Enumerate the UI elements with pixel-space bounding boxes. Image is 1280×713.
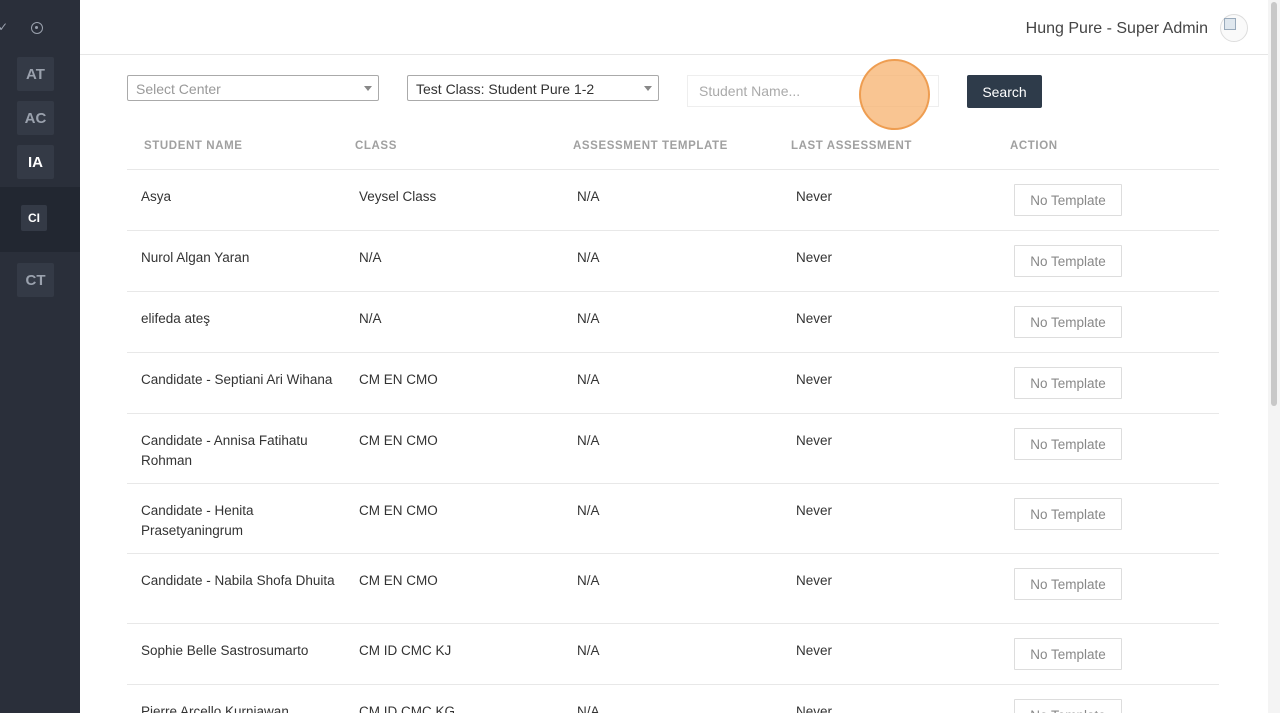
no-template-button[interactable]: No Template bbox=[1014, 367, 1122, 399]
cell-class: N/A bbox=[359, 311, 382, 326]
cell-student-name: Nurol Algan Yaran bbox=[141, 250, 250, 265]
sidebar-item-at[interactable]: AT bbox=[17, 57, 54, 91]
cell-last-assessment: Never bbox=[796, 573, 833, 588]
cell-class: CM ID CMC KJ bbox=[359, 643, 452, 658]
cell-template: N/A bbox=[577, 372, 600, 387]
table-row: elifeda ateş N/A N/A Never No Template bbox=[127, 292, 1219, 353]
students-table: STUDENT NAME CLASS ASSESSMENT TEMPLATE L… bbox=[127, 130, 1219, 713]
no-template-button[interactable]: No Template bbox=[1014, 568, 1122, 600]
sidebar-top: ✓ bbox=[0, 0, 80, 55]
page-scrollbar[interactable] bbox=[1268, 0, 1280, 713]
cell-student-name: Sophie Belle Sastrosumarto bbox=[141, 643, 309, 658]
cell-class: CM EN CMO bbox=[359, 372, 438, 387]
table-row: Candidate - Septiani Ari Wihana CM EN CM… bbox=[127, 353, 1219, 414]
cell-student-name: Candidate - Septiani Ari Wihana bbox=[141, 372, 333, 387]
cell-last-assessment: Never bbox=[796, 503, 833, 518]
cell-student-name: Pierre Arcello Kurniawan bbox=[141, 704, 289, 713]
cell-student-name: Candidate - Henita Prasetyaningrum bbox=[141, 503, 254, 538]
no-template-button[interactable]: No Template bbox=[1014, 638, 1122, 670]
cell-last-assessment: Never bbox=[796, 433, 833, 448]
cell-last-assessment: Never bbox=[796, 643, 833, 658]
sidebar-item-ct[interactable]: CT bbox=[17, 263, 54, 297]
cell-template: N/A bbox=[577, 503, 600, 518]
cell-template: N/A bbox=[577, 573, 600, 588]
cell-class: CM EN CMO bbox=[359, 503, 438, 518]
table-row: Candidate - Henita Prasetyaningrum CM EN… bbox=[127, 484, 1219, 554]
avatar[interactable] bbox=[1220, 14, 1248, 42]
sidebar-item-ia[interactable]: IA bbox=[17, 145, 54, 179]
column-header-last-assessment: LAST ASSESSMENT bbox=[791, 140, 913, 152]
click-indicator bbox=[859, 59, 930, 130]
cell-template: N/A bbox=[577, 250, 600, 265]
table-header: STUDENT NAME CLASS ASSESSMENT TEMPLATE L… bbox=[127, 130, 1219, 170]
cell-template: N/A bbox=[577, 189, 600, 204]
user-name[interactable]: Hung Pure - Super Admin bbox=[1026, 20, 1208, 38]
search-button[interactable]: Search bbox=[967, 75, 1042, 108]
scrollbar-thumb[interactable] bbox=[1271, 2, 1277, 406]
cell-class: CM EN CMO bbox=[359, 433, 438, 448]
table-row: Candidate - Nabila Shofa Dhuita CM EN CM… bbox=[127, 554, 1219, 624]
cell-student-name: Candidate - Annisa Fatihatu Rohman bbox=[141, 433, 308, 468]
no-template-button[interactable]: No Template bbox=[1014, 699, 1122, 713]
cell-template: N/A bbox=[577, 704, 600, 713]
column-header-action: ACTION bbox=[1010, 140, 1058, 152]
center-select[interactable]: Select Center bbox=[127, 75, 379, 101]
cell-last-assessment: Never bbox=[796, 372, 833, 387]
sidebar: ✓ AT AC IA CI CT bbox=[0, 0, 80, 713]
cell-last-assessment: Never bbox=[796, 704, 833, 713]
cell-last-assessment: Never bbox=[796, 189, 833, 204]
cell-student-name: elifeda ateş bbox=[141, 311, 211, 326]
cell-student-name: Candidate - Nabila Shofa Dhuita bbox=[141, 573, 335, 588]
top-header: Hung Pure - Super Admin bbox=[80, 0, 1268, 55]
sidebar-item-ci[interactable]: CI bbox=[21, 205, 47, 231]
no-template-button[interactable]: No Template bbox=[1014, 306, 1122, 338]
no-template-button[interactable]: No Template bbox=[1014, 428, 1122, 460]
cell-template: N/A bbox=[577, 643, 600, 658]
no-template-button[interactable]: No Template bbox=[1014, 245, 1122, 277]
cell-last-assessment: Never bbox=[796, 311, 833, 326]
no-template-button[interactable]: No Template bbox=[1014, 498, 1122, 530]
chevron-down-icon bbox=[364, 86, 372, 91]
center-select-text: Select Center bbox=[136, 81, 221, 97]
column-header-assessment-template: ASSESSMENT TEMPLATE bbox=[573, 140, 728, 152]
table-row: Candidate - Annisa Fatihatu Rohman CM EN… bbox=[127, 414, 1219, 484]
table-row: Asya Veysel Class N/A Never No Template bbox=[127, 170, 1219, 231]
cell-last-assessment: Never bbox=[796, 250, 833, 265]
settings-dot-icon[interactable] bbox=[31, 22, 43, 34]
cell-class: N/A bbox=[359, 250, 382, 265]
column-header-student-name: STUDENT NAME bbox=[144, 140, 243, 152]
cell-class: Veysel Class bbox=[359, 189, 437, 204]
table-row: Nurol Algan Yaran N/A N/A Never No Templ… bbox=[127, 231, 1219, 292]
chevron-down-icon bbox=[644, 86, 652, 91]
table-row: Pierre Arcello Kurniawan CM ID CMC KG N/… bbox=[127, 685, 1219, 713]
table-row: Sophie Belle Sastrosumarto CM ID CMC KJ … bbox=[127, 624, 1219, 685]
class-select[interactable]: Test Class: Student Pure 1-2 bbox=[407, 75, 659, 101]
sidebar-item-ac[interactable]: AC bbox=[17, 101, 54, 135]
column-header-class: CLASS bbox=[355, 140, 397, 152]
cell-class: CM EN CMO bbox=[359, 573, 438, 588]
class-select-text: Test Class: Student Pure 1-2 bbox=[416, 81, 595, 97]
cell-student-name: Asya bbox=[141, 189, 172, 204]
cell-template: N/A bbox=[577, 433, 600, 448]
cell-class: CM ID CMC KG bbox=[359, 704, 455, 713]
no-template-button[interactable]: No Template bbox=[1014, 184, 1122, 216]
cell-template: N/A bbox=[577, 311, 600, 326]
chevron-icon[interactable]: ✓ bbox=[0, 20, 8, 34]
